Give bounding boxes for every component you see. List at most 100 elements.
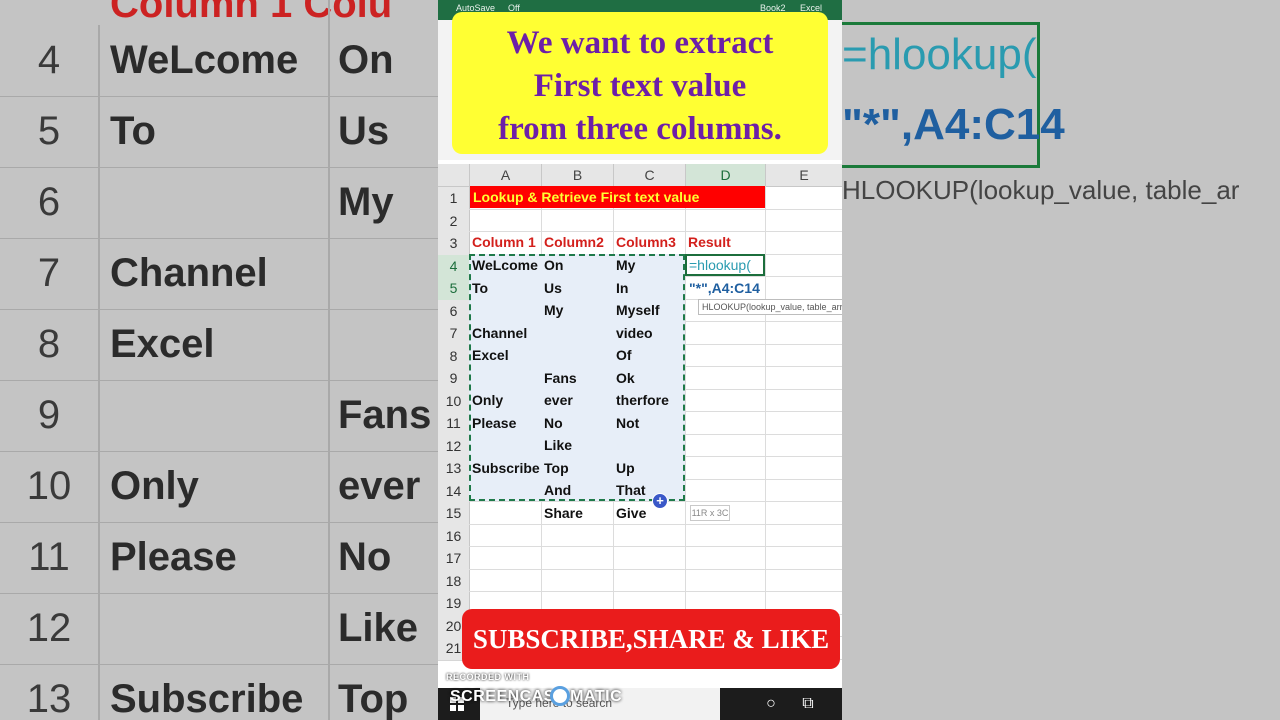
cortana-icon[interactable]: ○ [761, 694, 781, 714]
sheet-title: Lookup & Retrieve First text value [473, 189, 700, 205]
cell-b10[interactable]: ever [541, 389, 573, 411]
cell-c8[interactable]: Of [613, 344, 632, 366]
background-row: 7 Channel [0, 238, 438, 310]
cell-b4[interactable]: On [541, 254, 563, 276]
cell-a13[interactable]: Subscribe [469, 457, 540, 479]
row-header-17[interactable]: 17 [438, 547, 470, 571]
background-row-number: 8 [37, 322, 61, 366]
gridline-horizontal [469, 523, 842, 525]
row-header-7[interactable]: 7 [438, 322, 470, 346]
column-header-c[interactable]: C [614, 164, 686, 187]
background-cell-a: To [110, 109, 156, 153]
cell-a4[interactable]: WeLcome [469, 254, 538, 276]
row-header-8[interactable]: 8 [438, 344, 470, 368]
background-cell-a: Excel [110, 322, 215, 366]
column-header-b[interactable]: B [542, 164, 614, 187]
cell-c6[interactable]: Myself [613, 299, 660, 321]
formula-line-1[interactable]: =hlookup( [689, 254, 751, 276]
cell-c5[interactable]: In [613, 277, 628, 299]
row-header-5[interactable]: 5 [438, 277, 470, 301]
background-row-number: 7 [37, 251, 61, 295]
gridline-horizontal [469, 546, 842, 547]
row-header-11[interactable]: 11 [438, 412, 470, 436]
select-all-corner[interactable] [438, 164, 470, 187]
background-cell-a: WeLcome [110, 38, 299, 82]
cell-c15[interactable]: Give [613, 502, 646, 524]
cell-a7[interactable]: Channel [469, 322, 527, 344]
header-column2[interactable]: Column2 [541, 231, 604, 253]
row-header-15[interactable]: 15 [438, 502, 470, 526]
row-header-13[interactable]: 13 [438, 457, 470, 481]
row-header-4[interactable]: 4 [438, 254, 470, 278]
cell-a10[interactable]: Only [469, 389, 503, 411]
row-header-3[interactable]: 3 [438, 232, 470, 256]
sheet-title-cell[interactable]: Lookup & Retrieve First text value [470, 186, 765, 208]
cell-a8[interactable]: Excel [469, 344, 509, 366]
cell-c10[interactable]: therfore [613, 389, 669, 411]
background-row: 4 WeLcome On [0, 25, 438, 97]
background-cell-a: Subscribe [110, 677, 304, 720]
cell-a5[interactable]: To [469, 277, 488, 299]
gridline-vertical [765, 186, 766, 656]
background-row-separator [98, 25, 100, 96]
cell-b15[interactable]: Share [541, 502, 583, 524]
background-row-separator [98, 593, 100, 664]
subscribe-text: SUBSCRIBE,SHARE & LIKE [472, 624, 830, 654]
cell-c7[interactable]: video [613, 322, 653, 344]
function-tooltip[interactable]: HLOOKUP(lookup_value, table_array [698, 299, 842, 315]
background-cell-b: No [338, 535, 392, 579]
cell-b13[interactable]: Top [541, 457, 569, 479]
screencast-matic-icon [550, 686, 570, 706]
header-column1[interactable]: Column 1 [469, 231, 536, 253]
row-header-16[interactable]: 16 [438, 524, 470, 548]
row-header-10[interactable]: 10 [438, 389, 470, 413]
background-formula-line2: "*",A4:C14 [842, 100, 1065, 149]
cell-b11[interactable]: No [541, 412, 563, 434]
background-title-fragment: Column 1 Colu [110, 0, 393, 26]
gridline-horizontal [469, 208, 842, 210]
cell-c13[interactable]: Up [613, 457, 635, 479]
row-header-14[interactable]: 14 [438, 479, 470, 503]
background-row: 9 Fans [0, 380, 438, 452]
row-header-1[interactable]: 1 [438, 187, 470, 211]
header-column3[interactable]: Column3 [613, 231, 676, 253]
title-banner: We want to extract First text value from… [452, 12, 828, 154]
background-row: 6 My [0, 167, 438, 239]
background-row-number: 10 [26, 464, 72, 508]
background-row-number: 12 [26, 606, 72, 650]
row-header-2[interactable]: 2 [438, 209, 470, 233]
cell-b9[interactable]: Fans [541, 367, 577, 389]
background-row: 12 Like [0, 593, 438, 665]
column-header-e[interactable]: E [766, 164, 842, 187]
background-tooltip: HLOOKUP(lookup_value, table_ar [842, 175, 1240, 205]
cell-c4[interactable]: My [613, 254, 635, 276]
background-row-number: 4 [37, 38, 61, 82]
row-header-9[interactable]: 9 [438, 367, 470, 391]
cell-b14[interactable]: And [541, 479, 571, 501]
header-result[interactable]: Result [685, 231, 731, 253]
background-zoom-right: =hlookup( "*",A4:C14 HLOOKUP(lookup_valu… [842, 0, 1280, 720]
background-cell-b: Top [338, 677, 409, 720]
column-header-d[interactable]: D [686, 164, 766, 188]
cell-c14[interactable]: That [613, 479, 646, 501]
row-header-18[interactable]: 18 [438, 569, 470, 593]
background-row: 13 Subscribe Top [0, 664, 438, 720]
row-header-12[interactable]: 12 [438, 434, 470, 458]
mouse-cursor-icon: + [652, 493, 668, 509]
cell-c11[interactable]: Not [613, 412, 639, 434]
cell-b12[interactable]: Like [541, 434, 572, 456]
cell-a11[interactable]: Please [469, 412, 516, 434]
column-header-a[interactable]: A [470, 164, 542, 187]
background-row-separator [98, 167, 100, 238]
cell-b6[interactable]: My [541, 299, 563, 321]
background-row: 10 Only ever [0, 451, 438, 523]
row-header-6[interactable]: 6 [438, 299, 470, 323]
formula-line-2[interactable]: "*",A4:C14 [689, 277, 760, 299]
cell-b5[interactable]: Us [541, 277, 562, 299]
task-view-icon[interactable]: ⧉ [798, 694, 818, 714]
banner-line-1: We want to extract [506, 25, 774, 61]
background-cell-a: Channel [110, 251, 268, 295]
background-cell-a: Please [110, 535, 237, 579]
banner-line-3: from three columns. [498, 111, 782, 147]
cell-c9[interactable]: Ok [613, 367, 635, 389]
